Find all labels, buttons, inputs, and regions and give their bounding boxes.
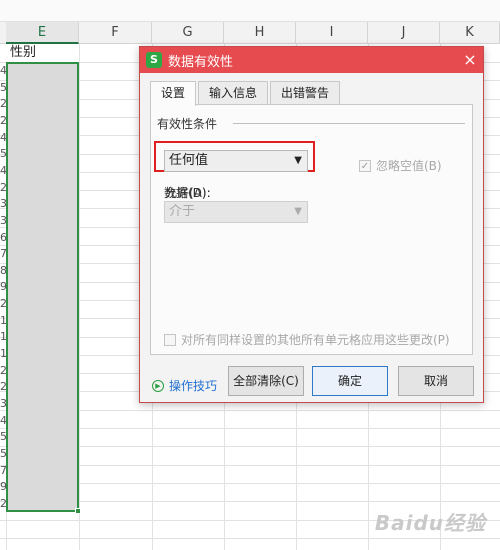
clear-all-button[interactable]: 全部清除(C) (228, 366, 304, 396)
data-label: 数据(D): (164, 186, 211, 200)
tips-label: 操作技巧 (169, 379, 218, 393)
formula-bar-area (0, 0, 500, 22)
column-header-g[interactable]: G (152, 22, 224, 44)
ignore-blank-checkbox[interactable]: ✓ 忽略空值(B) (359, 157, 442, 174)
ok-button[interactable]: 确定 (312, 366, 388, 396)
dialog-tabs: 设置 输入信息 出错警告 (150, 81, 342, 106)
checkbox-empty-icon (164, 333, 176, 346)
close-icon[interactable]: × (457, 47, 483, 73)
chevron-down-icon: ▼ (294, 155, 302, 166)
apply-all-label: 对所有同样设置的其他所有单元格应用这些更改(P) (181, 333, 450, 347)
chevron-down-icon: ▼ (294, 206, 302, 217)
allow-select-value: 任何值 (169, 153, 209, 168)
tab-input-message[interactable]: 输入信息 (198, 81, 269, 105)
wps-app-icon: S (146, 52, 162, 68)
fill-handle[interactable] (75, 508, 81, 514)
grid-line-horizontal (0, 538, 500, 539)
tab-settings[interactable]: 设置 (150, 81, 197, 106)
data-validation-dialog: S 数据有效性 × 设置 输入信息 出错警告 有效性条件 允许(A): 任何值 … (139, 46, 484, 403)
validation-criteria-title: 有效性条件 (157, 117, 218, 131)
dialog-title: 数据有效性 (168, 54, 234, 70)
column-header-k[interactable]: K (440, 22, 500, 44)
column-header-i[interactable]: I (296, 22, 368, 44)
group-divider (233, 123, 465, 124)
apply-all-checkbox[interactable]: 对所有同样设置的其他所有单元格应用这些更改(P) (164, 331, 450, 348)
column-header-row: E F G H I J K (0, 22, 500, 44)
tab-error-alert[interactable]: 出错警告 (270, 81, 341, 105)
data-select[interactable]: 介于 ▼ (164, 201, 308, 223)
grid-line-vertical (79, 44, 80, 550)
column-header-j[interactable]: J (368, 22, 440, 44)
selected-range[interactable] (6, 62, 79, 512)
play-circle-icon: ▶ (152, 379, 164, 392)
watermark-logo: Baidu经验 (374, 511, 486, 535)
checkmark-icon: ✓ (359, 159, 371, 172)
column-header-e[interactable]: E (6, 22, 79, 44)
column-header-f[interactable]: F (79, 22, 152, 44)
column-header-h[interactable]: H (224, 22, 296, 44)
data-select-value: 介于 (169, 204, 196, 219)
tips-link[interactable]: ▶ 操作技巧 (152, 377, 217, 394)
header-cell-gender[interactable]: 性别 (6, 44, 79, 62)
dialog-titlebar[interactable]: S 数据有效性 × (140, 47, 483, 73)
allow-select[interactable]: 任何值 ▼ (164, 150, 308, 172)
ignore-blank-label: 忽略空值(B) (376, 159, 442, 173)
cancel-button[interactable]: 取消 (398, 366, 474, 396)
